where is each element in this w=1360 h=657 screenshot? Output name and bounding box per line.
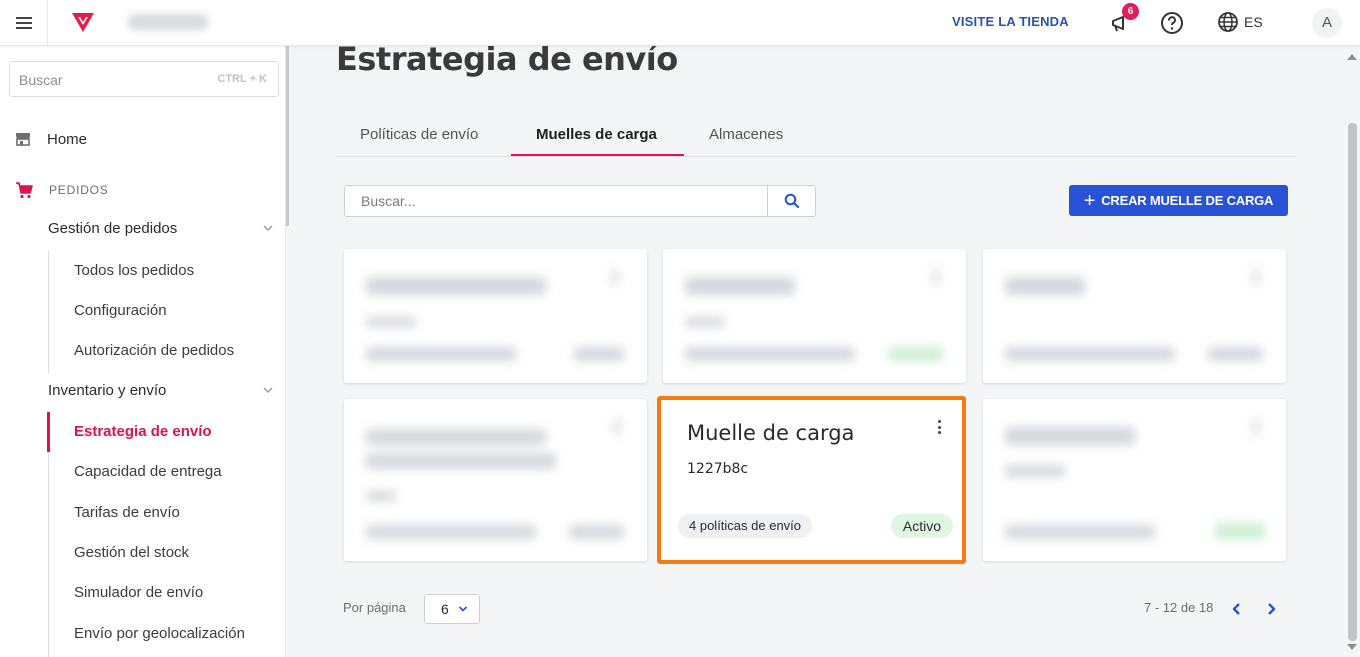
blurred-card-content xyxy=(983,399,1286,561)
visit-store-link[interactable]: VISITE LA TIENDA xyxy=(952,14,1069,29)
loading-dock-card-blurred[interactable] xyxy=(983,249,1286,383)
chevron-down-icon xyxy=(263,225,273,232)
help-icon[interactable] xyxy=(1160,11,1184,35)
chevron-right-icon xyxy=(1268,603,1276,615)
sidebar-item-order-settings[interactable]: Configuración xyxy=(74,302,167,319)
sidebar-item-stock-management[interactable]: Gestión del stock xyxy=(74,544,189,561)
sidebar-item-shipping-rates[interactable]: Tarifas de envío xyxy=(74,504,180,521)
scroll-down-arrow-icon[interactable] xyxy=(1347,644,1357,650)
tab-warehouses[interactable]: Almacenes xyxy=(709,126,783,143)
status-badge: Activo xyxy=(890,514,953,538)
sidebar-section-orders: PEDIDOS xyxy=(15,180,265,200)
menu-toggle-button[interactable] xyxy=(0,0,48,46)
hamburger-icon xyxy=(15,17,32,29)
blurred-card-content xyxy=(663,249,966,383)
policies-count-badge: 4 políticas de envío xyxy=(678,514,813,538)
search-icon xyxy=(784,193,799,209)
loading-dock-card[interactable]: Muelle de carga 1227b8c 4 políticas de e… xyxy=(657,396,966,564)
plus-icon: + xyxy=(1083,189,1096,212)
sidebar-scrollbar[interactable] xyxy=(286,46,289,226)
scroll-up-arrow-icon[interactable] xyxy=(1347,54,1357,60)
blurred-card-content xyxy=(344,249,647,383)
page-scrollbar-thumb[interactable] xyxy=(1348,123,1357,641)
search-shortcut-hint: CTRL + K xyxy=(217,73,267,85)
sidebar-active-indicator xyxy=(47,412,50,452)
sidebar-section-label: PEDIDOS xyxy=(49,183,109,197)
card-id: 1227b8c xyxy=(687,461,749,477)
shopping-cart-icon xyxy=(16,182,33,199)
sidebar-item-delivery-capacity[interactable]: Capacidad de entrega xyxy=(74,463,222,480)
active-tab-indicator xyxy=(511,154,684,156)
loading-dock-search-input[interactable]: Buscar... xyxy=(344,185,816,217)
sidebar-group-order-management[interactable]: Gestión de pedidos xyxy=(48,220,278,242)
language-selector[interactable]: ES xyxy=(1244,14,1263,30)
store-icon xyxy=(16,133,30,146)
per-page-label: Por página xyxy=(343,600,406,615)
loading-dock-card-blurred[interactable] xyxy=(663,249,966,383)
sidebar-search-input[interactable]: Buscar CTRL + K xyxy=(9,61,279,97)
sidebar: Buscar CTRL + K Home PEDIDOS Gestión de … xyxy=(0,46,286,657)
blurred-card-content xyxy=(344,399,647,561)
card-title: Muelle de carga xyxy=(687,421,855,445)
sidebar-group-label: Inventario y envío xyxy=(48,382,167,399)
sidebar-group-label: Gestión de pedidos xyxy=(48,220,178,237)
blurred-card-content xyxy=(983,249,1286,383)
sidebar-item-shipping-strategy[interactable]: Estrategia de envío xyxy=(74,423,212,440)
chevron-down-icon xyxy=(263,387,273,394)
sidebar-item-order-authorization[interactable]: Autorización de pedidos xyxy=(74,342,234,359)
top-bar: VISITE LA TIENDA 6 ES A xyxy=(0,0,1360,46)
sidebar-item-home[interactable]: Home xyxy=(15,128,265,150)
search-button[interactable] xyxy=(767,186,815,216)
user-avatar[interactable]: A xyxy=(1312,8,1342,38)
per-page-select[interactable]: 6 xyxy=(424,594,480,624)
tab-shipping-policies[interactable]: Políticas de envío xyxy=(360,126,478,143)
loading-dock-card-blurred[interactable] xyxy=(344,249,647,383)
tab-bar: Políticas de envío Muelles de carga Alma… xyxy=(336,114,1296,157)
previous-page-button[interactable] xyxy=(1222,594,1252,624)
loading-dock-card-blurred[interactable] xyxy=(983,399,1286,561)
per-page-value: 6 xyxy=(441,601,449,617)
account-name-blurred xyxy=(128,14,208,30)
sidebar-item-shipping-simulator[interactable]: Simulador de envío xyxy=(74,584,203,601)
tab-loading-docks[interactable]: Muelles de carga xyxy=(536,126,657,143)
sidebar-item-geolocation-shipping[interactable]: Envío por geolocalización xyxy=(74,625,245,642)
sidebar-item-label: Home xyxy=(47,130,88,148)
create-button-label: CREAR MUELLE DE CARGA xyxy=(1101,193,1274,208)
sidebar-search-placeholder: Buscar xyxy=(19,72,63,88)
notification-badge: 6 xyxy=(1122,3,1139,20)
globe-icon[interactable] xyxy=(1217,11,1239,33)
vtex-logo-icon[interactable] xyxy=(70,10,96,34)
chevron-left-icon xyxy=(1232,603,1240,615)
sidebar-group-rail xyxy=(48,251,49,373)
create-loading-dock-button[interactable]: + CREAR MUELLE DE CARGA xyxy=(1069,185,1288,216)
sidebar-item-all-orders[interactable]: Todos los pedidos xyxy=(74,262,194,279)
search-placeholder: Buscar... xyxy=(361,193,416,209)
kebab-menu-icon[interactable] xyxy=(936,420,942,436)
sidebar-group-inventory-shipping[interactable]: Inventario y envío xyxy=(48,382,278,404)
pagination-range: 7 - 12 de 18 xyxy=(1144,600,1214,615)
next-page-button[interactable] xyxy=(1256,594,1286,624)
loading-dock-card-blurred[interactable] xyxy=(344,399,647,561)
chevron-down-icon xyxy=(458,606,468,612)
